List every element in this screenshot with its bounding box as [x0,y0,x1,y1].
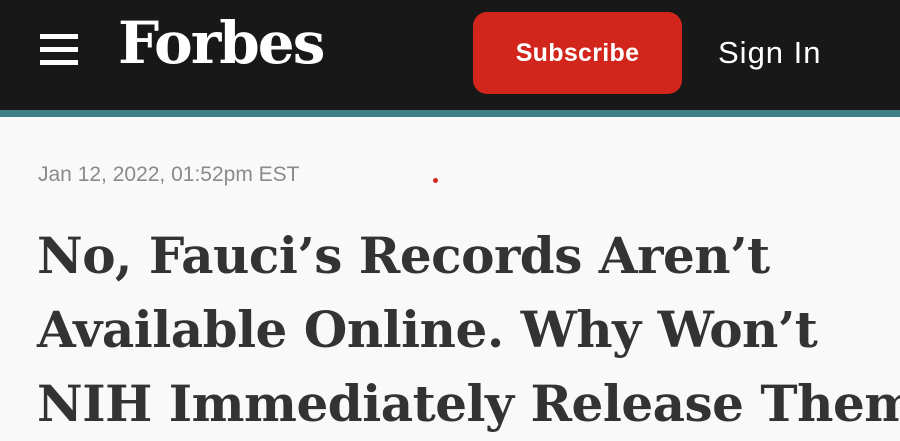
forbes-logo[interactable]: Forbes [118,14,325,72]
sign-in-link[interactable]: Sign In [718,30,822,76]
article-headline: No, Fauci’s Records Aren’t Available Onl… [37,219,900,441]
article-timestamp: Jan 12, 2022, 01:52pm EST [38,163,300,186]
red-dot-indicator [433,178,438,183]
headline-line: No, Fauci’s Records Aren’t [37,226,770,285]
header-accent-bar [0,110,900,117]
headline-line: Available Online. Why Won’t [37,300,818,359]
subscribe-button[interactable]: Subscribe [473,12,682,94]
hamburger-menu-icon[interactable] [40,34,78,66]
headline-line: NIH Immediately Release Them? [37,374,900,433]
site-header: Forbes Subscribe Sign In [0,0,900,110]
